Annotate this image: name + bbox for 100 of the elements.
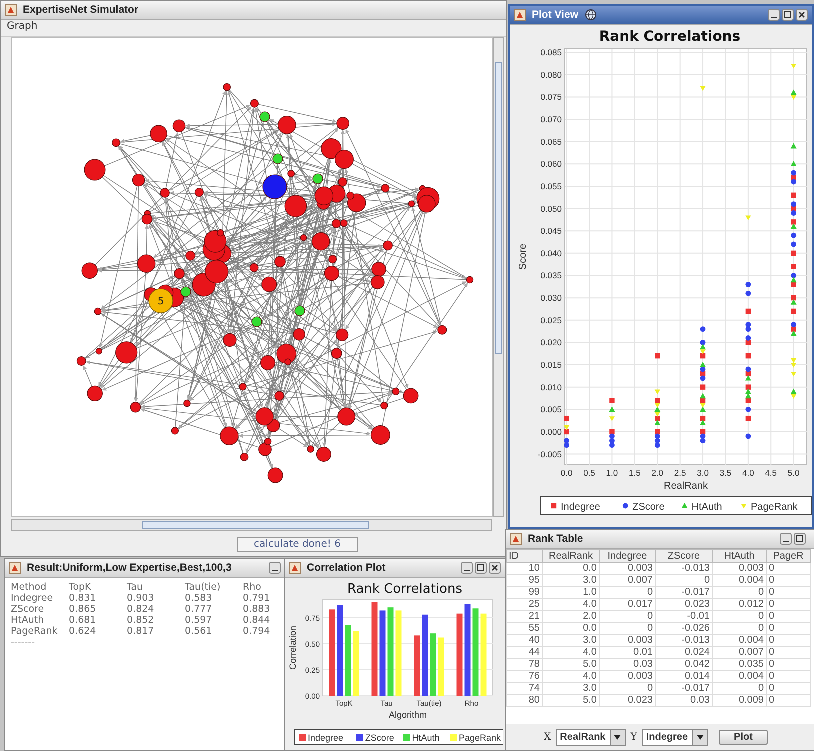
table-cell: 0.004 [712,634,766,646]
table-cell: 0 [766,610,810,622]
y-axis-dropdown[interactable]: Indegree [642,728,708,746]
legend-label: Indegree [308,733,344,743]
window-title: ExpertiseNet Simulator [23,4,139,16]
table-cell: 0.01 [600,646,656,658]
table-cell: 74 [506,682,542,694]
table-cell: 10 [506,562,542,574]
table-cell: -0.013 [656,634,712,646]
menu-item[interactable]: Graph [7,21,38,35]
result-cell-text: 0.624 [69,626,98,637]
table-cell: 0 [712,622,766,634]
table-cell: 4.0 [542,670,600,682]
table-cell: 0.042 [656,658,712,670]
table-cell: 0 [766,634,810,646]
table-cell: -0.017 [656,682,712,694]
tick-label: -0.005 [538,449,562,460]
tick-label: 0.020 [540,338,562,348]
table-cell: 0 [600,586,656,598]
result-cell-text: 0.777 [185,604,214,615]
tick-label: 4.0 [742,468,754,478]
table-cell: 99 [506,586,542,598]
table-cell: 0 [766,670,810,682]
tick-label: 0.065 [540,136,562,147]
column-header[interactable]: HtAuth [712,550,766,562]
table-cell: 1.0 [542,586,600,598]
result-cell-text: 0.852 [127,615,156,626]
axis-selector-label: X [544,732,552,742]
table-cell: -0.013 [656,562,712,574]
legend-label: HtAuth [692,502,722,513]
tick-label: 0.025 [540,315,562,326]
table-cell: 21 [506,610,542,622]
table-cell: 0.0 [542,562,600,574]
table-cell: 0 [712,586,766,598]
table-cell: 0.009 [712,694,766,706]
axis-label: RealRank [664,481,708,492]
result-cell-text: 0.794 [243,626,272,637]
tick-label: 0.080 [540,70,562,80]
table-cell: 0 [766,682,810,694]
table-cell: 3.0 [542,634,600,646]
legend-label: PageRank [751,502,798,513]
result-cell-text: 0.561 [185,626,214,637]
table-cell: 2.0 [542,610,600,622]
tick-label: 3.0 [697,468,709,478]
table-cell: 0.007 [600,574,656,586]
tick-label: 3.5 [720,468,732,478]
column-header[interactable]: RealRank [542,550,600,562]
tick-label: 2.0 [652,468,664,478]
table-cell: 80 [506,694,542,706]
tick-label: 0.000 [540,426,562,437]
table-cell: 0 [766,586,810,598]
table-cell: 0 [766,562,810,574]
result-cell-text: 0.817 [127,626,156,637]
window-title: Correlation Plot [307,562,386,574]
tick-label: 0.030 [540,293,562,304]
result-cell-text: ZScore [11,604,46,615]
table-cell: 0.007 [712,646,766,658]
table-cell: 0 [766,658,810,670]
tick-label: 0.050 [540,204,562,214]
tick-label: 0.005 [540,404,562,415]
table-cell: 0.03 [656,694,712,706]
result-cell-text: HtAuth [11,615,46,626]
table-cell: 0.035 [712,658,766,670]
tick-label: 0.5 [584,468,596,478]
table-cell: 5.0 [542,694,600,706]
plot-button[interactable]: Plot [719,730,768,744]
legend-label: Indegree [561,502,600,513]
tick-label: 0.040 [540,248,562,258]
chart-title: Rank Correlations [599,29,741,45]
result-cell-text: 0.865 [69,604,98,615]
legend-label: PageRank [459,733,502,743]
table-cell: 55 [506,622,542,634]
table-cell: 0 [600,682,656,694]
tick-label: 0.060 [540,159,562,170]
table-cell: 4.0 [542,598,600,610]
column-header[interactable]: PageR [766,550,810,562]
table-cell: 0 [712,610,766,622]
table-cell: 0.0 [542,622,600,634]
table-cell: 0.012 [712,598,766,610]
table-cell: 78 [506,658,542,670]
column-header[interactable]: ID [506,550,542,562]
table-cell: -0.026 [656,622,712,634]
result-cell-text: Indegree [11,593,54,604]
table-cell: 3.0 [542,574,600,586]
table-cell: 0 [712,682,766,694]
legend-label: HtAuth [412,733,440,743]
table-cell: 0 [656,574,712,586]
x-axis-dropdown[interactable]: RealRank [556,728,626,746]
column-header[interactable]: ZScore [656,550,712,562]
result-cell-text: 0.824 [127,604,156,615]
table-cell: 0.003 [600,562,656,574]
axis-selector-label: Y [630,732,638,742]
separator-text: ------- [11,637,36,648]
table-cell: 0 [600,610,656,622]
legend-label: ZScore [632,502,665,513]
table-cell: 0.03 [600,658,656,670]
status-field: calculate done! 6 [237,537,358,552]
table-cell: 0.017 [600,598,656,610]
result-cell-text: 0.883 [243,604,272,615]
column-header[interactable]: Indegree [600,550,656,562]
